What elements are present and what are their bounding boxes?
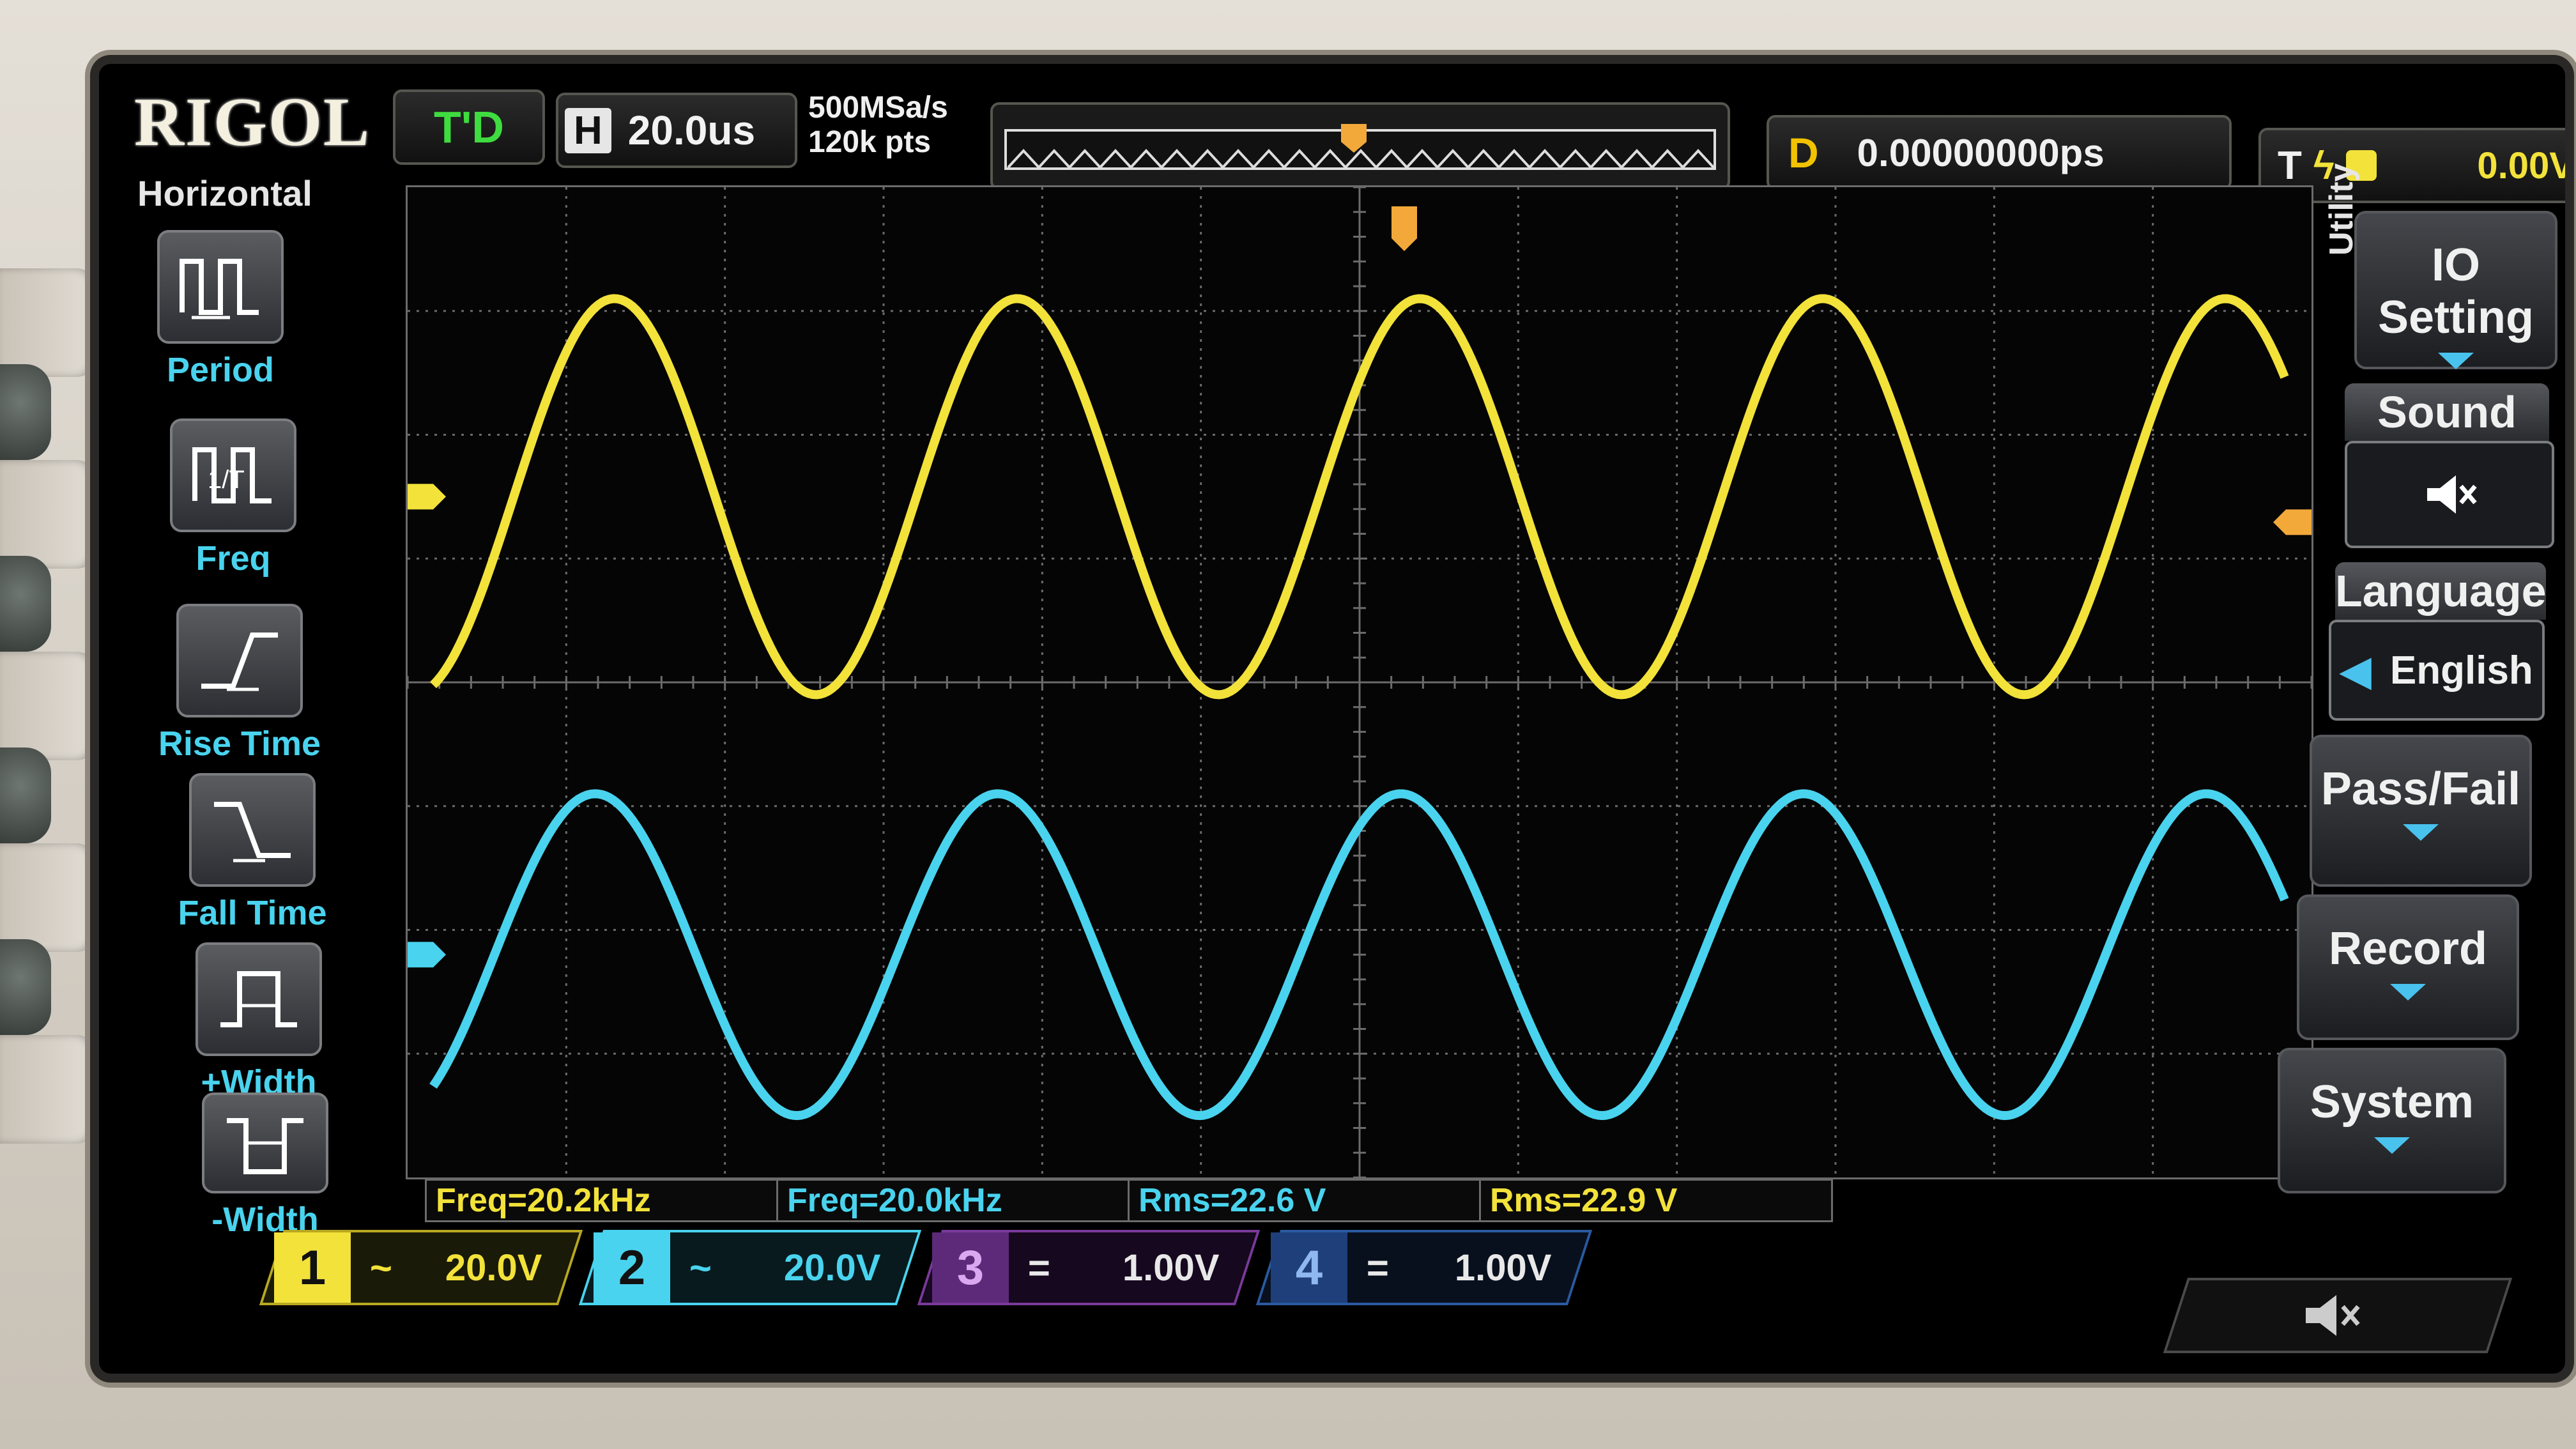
pass-fail-label: Pass/Fail [2320, 763, 2521, 815]
channel-1-offset-marker [408, 484, 446, 510]
language-value: English [2389, 648, 2533, 693]
io-setting-button[interactable]: IO Setting [2354, 211, 2557, 369]
menu-knob[interactable] [0, 364, 51, 460]
memory-position-bar [990, 102, 1730, 190]
trigger-level: 0.00V [2477, 144, 2565, 187]
sample-rate: 500MSa/s [808, 91, 948, 125]
delay-value: 0.00000000ps [1857, 131, 2104, 174]
measure-label: Freq [195, 539, 271, 578]
measurement-text: Freq=20.0kHz [787, 1182, 1002, 1219]
scope-screen: RIGOL T'D H 20.0us 500MSa/s 120k pts D 0… [99, 64, 2565, 1374]
channel-number: 2 [594, 1232, 670, 1303]
channel-2-status[interactable]: 2 ~ 20.0V [578, 1230, 922, 1305]
bezel-button[interactable] [0, 268, 96, 377]
channel-number: 1 [274, 1232, 351, 1303]
memory-bar-graphic [1004, 124, 1716, 170]
channel-scale: 1.00V [1455, 1246, 1552, 1289]
positive-width-icon [195, 942, 322, 1056]
run-state-label: T'D [434, 102, 504, 152]
measure-rise-time[interactable]: Rise Time [157, 604, 323, 763]
waveform-display [408, 187, 2312, 1177]
sound-toggle[interactable] [2345, 441, 2554, 548]
bezel-button[interactable] [0, 1035, 96, 1144]
sample-info: 500MSa/s 120k pts [808, 91, 948, 160]
measure-negative-width[interactable]: -Width [182, 1092, 348, 1239]
chevron-down-icon [2403, 824, 2439, 841]
sound-header: Sound [2345, 383, 2549, 441]
bezel-button[interactable] [0, 460, 96, 569]
channel-4-status[interactable]: 4 = 1.00V [1255, 1230, 1593, 1305]
measure-fall-time[interactable]: Fall Time [169, 773, 335, 933]
chevron-down-icon [2390, 984, 2426, 1000]
svg-text:1/T: 1/T [208, 466, 245, 494]
timebase-value: 20.0us [627, 107, 756, 153]
bezel-button[interactable] [0, 843, 96, 952]
run-state-indicator[interactable]: T'D [393, 89, 545, 165]
menu-knob[interactable] [0, 747, 51, 843]
horizontal-tag: H [565, 107, 611, 153]
memory-depth: 120k pts [808, 125, 931, 159]
period-icon [157, 230, 284, 344]
measurement-text: Rms=22.9 V [1490, 1182, 1678, 1219]
horizontal-timebase[interactable]: H 20.0us [556, 93, 797, 168]
chevron-down-icon [2438, 353, 2474, 369]
ac-coupling-icon: ~ [689, 1246, 712, 1289]
measurement-result: Rms=22.9 V [1479, 1179, 1833, 1222]
channel-2-offset-marker [408, 942, 446, 968]
delay-tag: D [1788, 129, 1819, 176]
measure-label: Rise Time [158, 724, 321, 763]
ac-coupling-icon: ~ [370, 1246, 393, 1289]
language-header: Language [2335, 562, 2547, 620]
record-button[interactable]: Record [2297, 894, 2519, 1040]
measure-label: Fall Time [178, 894, 327, 932]
channel-scale: 1.00V [1123, 1246, 1220, 1289]
channel-number: 3 [932, 1232, 1009, 1303]
speaker-muted-icon [2427, 475, 2477, 514]
speaker-muted-icon [2306, 1295, 2360, 1336]
measurement-result: Freq=20.2kHz [425, 1179, 792, 1222]
measurement-result: Rms=22.6 V [1128, 1179, 1494, 1222]
menu-knob[interactable] [0, 939, 51, 1035]
bezel-button[interactable] [0, 652, 96, 760]
measure-frequency[interactable]: 1/T Freq [150, 418, 316, 578]
chevron-down-icon [2374, 1137, 2410, 1154]
frequency-icon: 1/T [170, 418, 296, 532]
language-select[interactable]: ◀ English [2329, 620, 2545, 721]
dc-coupling-icon: = [1367, 1246, 1390, 1289]
channel-3-status[interactable]: 3 = 1.00V [917, 1230, 1261, 1305]
channel-1-status[interactable]: 1 ~ 20.0V [259, 1230, 583, 1305]
channel-number: 4 [1271, 1232, 1347, 1303]
measure-period[interactable]: Period [137, 230, 303, 390]
measurement-text: Freq=20.2kHz [436, 1182, 651, 1219]
trigger-time-marker [1392, 206, 1417, 251]
menu-knob[interactable] [0, 556, 51, 652]
brand-logo: RIGOL [134, 84, 371, 160]
measurement-result: Freq=20.0kHz [776, 1179, 1143, 1222]
trigger-level-marker [2273, 509, 2312, 535]
trigger-tag: T [2278, 143, 2302, 188]
measurement-text: Rms=22.6 V [1138, 1182, 1326, 1219]
measure-menu-title: Horizontal [137, 173, 312, 213]
channel-scale: 20.0V [784, 1246, 881, 1289]
sound-status[interactable] [2163, 1278, 2513, 1353]
pass-fail-button[interactable]: Pass/Fail [2310, 735, 2532, 887]
record-label: Record [2328, 923, 2488, 974]
left-bezel-buttons [0, 268, 102, 1418]
io-setting-label: IO Setting [2378, 240, 2534, 343]
channel-scale: 20.0V [445, 1246, 542, 1289]
fall-time-icon [189, 773, 316, 887]
negative-width-icon [202, 1092, 328, 1193]
delay-readout[interactable]: D 0.00000000ps [1767, 115, 2232, 190]
measure-positive-width[interactable]: +Width [176, 942, 342, 1102]
dc-coupling-icon: = [1028, 1246, 1051, 1289]
system-button[interactable]: System [2278, 1048, 2506, 1193]
measure-label: Period [166, 351, 275, 389]
system-label: System [2310, 1077, 2474, 1128]
rise-time-icon [176, 604, 303, 717]
chevron-left-icon: ◀ [2340, 648, 2371, 693]
waveform-grid[interactable] [406, 185, 2313, 1179]
